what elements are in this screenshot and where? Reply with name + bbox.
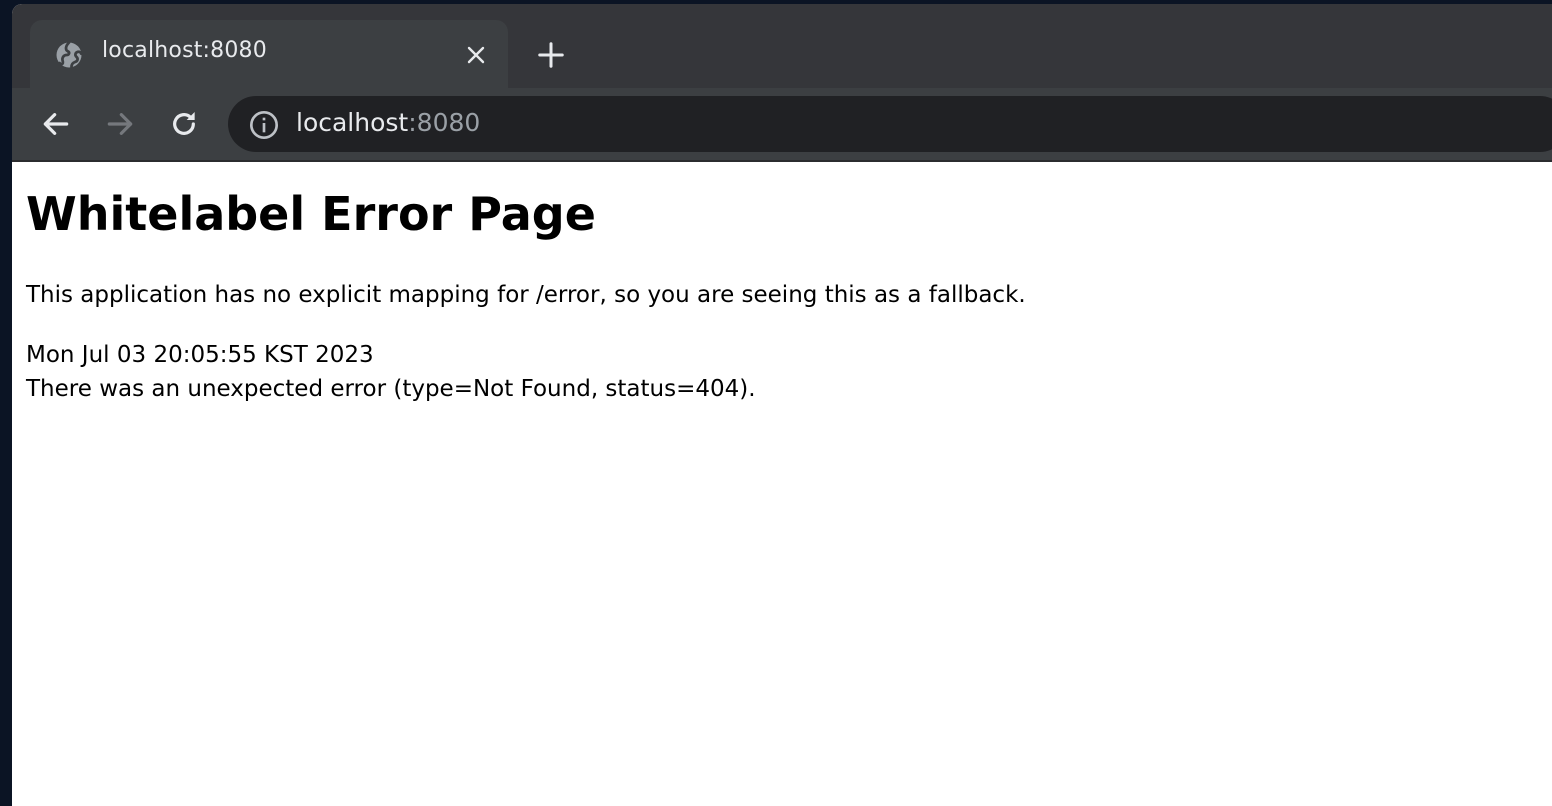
- error-message: There was an unexpected error (type=Not …: [26, 376, 756, 402]
- error-timestamp: Mon Jul 03 20:05:55 KST 2023: [26, 342, 374, 368]
- url-host: localhost: [296, 108, 409, 137]
- url-text[interactable]: localhost:8080: [296, 108, 480, 137]
- url-port: :8080: [408, 108, 481, 137]
- address-bar[interactable]: localhost:8080: [228, 96, 1552, 152]
- browser-toolbar: localhost:8080: [12, 88, 1552, 160]
- browser-window: localhost:8080 localhost:8080 Whitelabel…: [12, 4, 1552, 806]
- page-title: Whitelabel Error Page: [26, 187, 596, 241]
- tab-strip: localhost:8080: [12, 4, 1552, 88]
- error-description: This application has no explicit mapping…: [26, 282, 1026, 308]
- page-content: Whitelabel Error Page This application h…: [12, 162, 1552, 806]
- arrow-right-icon[interactable]: [104, 108, 136, 140]
- plus-icon[interactable]: [536, 40, 566, 70]
- tab-localhost[interactable]: localhost:8080: [30, 20, 508, 88]
- error-details: Mon Jul 03 20:05:55 KST 2023 There was a…: [26, 338, 756, 406]
- reload-icon[interactable]: [168, 108, 200, 140]
- close-icon[interactable]: [464, 43, 488, 67]
- globe-icon: [56, 41, 83, 69]
- arrow-left-icon[interactable]: [40, 108, 72, 140]
- info-icon[interactable]: [248, 109, 280, 141]
- tab-title: localhost:8080: [102, 38, 267, 63]
